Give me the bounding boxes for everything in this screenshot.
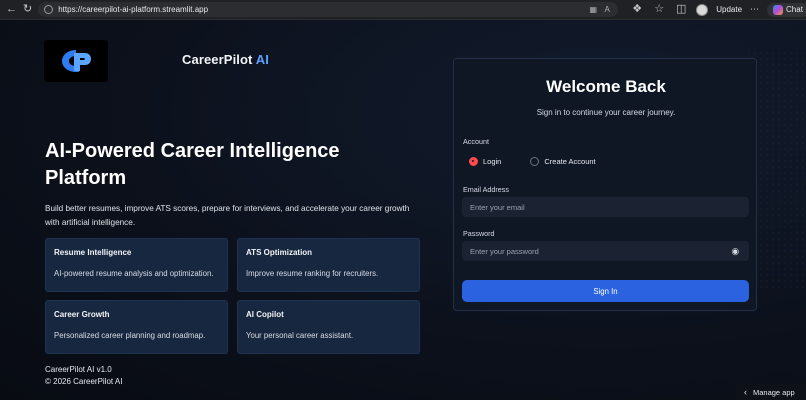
footer-version: CareerPilot AI v1.0 — [45, 365, 112, 374]
feature-card-title: Resume Intelligence — [54, 248, 132, 257]
brand-name: CareerPilot AI — [182, 52, 269, 67]
footer-copyright: © 2026 CareerPilot AI — [45, 377, 123, 386]
logo — [44, 40, 108, 82]
login-subtitle: Sign in to continue your career journey. — [536, 108, 676, 117]
feature-card-title: ATS Optimization — [246, 248, 313, 257]
login-title: Welcome Back — [546, 77, 666, 96]
radio-login[interactable] — [469, 157, 478, 166]
radio-create-account-label[interactable]: Create Account — [544, 157, 595, 166]
brand-suffix: AI — [255, 52, 269, 67]
url-text[interactable]: https://careerpilot-ai-platform.streamli… — [58, 5, 208, 14]
apps-icon[interactable]: ▦ — [588, 5, 598, 15]
feature-card-ai-copilot: AI Copilot Your personal career assistan… — [237, 300, 420, 354]
copilot-chat-button[interactable]: Chat — [767, 2, 806, 17]
site-info-icon[interactable] — [44, 5, 54, 14]
feature-card-description: AI-powered resume analysis and optimizat… — [54, 269, 214, 278]
more-icon[interactable]: ⋯ — [750, 4, 759, 15]
radio-create-account[interactable] — [530, 157, 540, 166]
account-radio-group: Login Create Account — [469, 157, 620, 166]
feature-card-title: Career Growth — [54, 310, 110, 319]
feature-card-resume-intelligence: Resume Intelligence AI-powered resume an… — [45, 238, 228, 292]
email-field[interactable] — [470, 202, 741, 212]
extensions-icon[interactable]: ❖ — [630, 3, 644, 17]
password-field[interactable] — [470, 246, 726, 256]
reader-icon[interactable]: A — [602, 5, 612, 15]
radio-login-label[interactable]: Login — [483, 157, 501, 166]
show-password-icon[interactable]: ◉ — [730, 245, 741, 257]
profile-avatar[interactable] — [696, 3, 709, 16]
browser-right-controls: ❖ ☆ ◫ Update ⋯ Chat — [630, 2, 806, 17]
feature-card-career-growth: Career Growth Personalized career planni… — [45, 300, 228, 354]
favorites-icon[interactable]: ☆ — [652, 3, 666, 17]
address-bar[interactable]: https://careerpilot-ai-platform.streamli… — [38, 2, 619, 17]
manage-app-button[interactable]: ‹ Manage app — [736, 384, 806, 400]
browser-toolbar: ← ↻ https://careerpilot-ai-platform.stre… — [0, 0, 806, 20]
password-label: Password — [463, 229, 495, 238]
refresh-icon[interactable]: ↻ — [23, 3, 32, 17]
hero-subtitle: Build better resumes, improve ATS scores… — [45, 204, 410, 227]
back-icon[interactable]: ← — [6, 3, 17, 17]
feature-card-description: Personalized career planning and roadmap… — [54, 331, 206, 340]
chat-label: Chat — [786, 5, 803, 14]
address-bar-actions: ▦ A — [588, 5, 612, 15]
update-button[interactable]: Update — [716, 5, 742, 14]
account-label: Account — [463, 137, 489, 146]
feature-card-title: AI Copilot — [246, 310, 284, 319]
sign-in-button[interactable]: Sign In — [462, 280, 749, 302]
feature-card-ats-optimization: ATS Optimization Improve resume ranking … — [237, 238, 420, 292]
password-field-wrapper: ◉ — [462, 241, 749, 261]
login-panel: Welcome Back Sign in to continue your ca… — [453, 58, 757, 311]
email-field-wrapper — [462, 197, 749, 217]
email-label: Email Address — [463, 185, 509, 194]
hero-title: AI-Powered Career Intelligence Platform — [45, 140, 340, 189]
feature-card-description: Your personal career assistant. — [246, 331, 354, 340]
logo-mark-icon — [62, 50, 91, 72]
manage-app-label: Manage app — [753, 387, 795, 397]
copilot-icon — [773, 4, 784, 15]
feature-card-description: Improve resume ranking for recruiters. — [246, 269, 379, 278]
app-page: CareerPilot AI AI-Powered Career Intelli… — [0, 20, 806, 400]
collections-icon[interactable]: ◫ — [674, 3, 688, 17]
chevron-left-icon: ‹ — [744, 387, 747, 397]
